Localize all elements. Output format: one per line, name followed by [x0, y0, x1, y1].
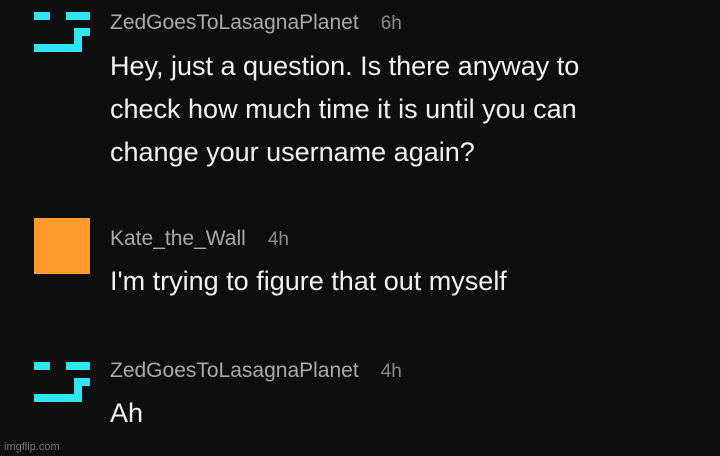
- comment-text: I'm trying to figure that out myself: [110, 260, 507, 303]
- comment: ZedGoesToLasagnaPlanet 6h Hey, just a que…: [0, 0, 720, 200]
- pixel-face-icon: [34, 12, 90, 52]
- username[interactable]: ZedGoesToLasagnaPlanet: [110, 11, 359, 34]
- avatar[interactable]: [34, 218, 90, 274]
- watermark: imgflip.com: [4, 441, 60, 453]
- comment-text: Ah: [110, 392, 143, 435]
- comment: ZedGoesToLasagnaPlanet 4h Ah: [0, 340, 720, 456]
- comment-line: check how much time it is until you can: [110, 94, 577, 124]
- orange-square-avatar: [34, 218, 90, 274]
- comment-meta: Kate_the_Wall 4h: [110, 226, 289, 253]
- timestamp: 4h: [267, 229, 289, 250]
- comment-meta: ZedGoesToLasagnaPlanet 6h: [110, 10, 402, 37]
- username[interactable]: ZedGoesToLasagnaPlanet: [110, 359, 359, 382]
- comment-text: Hey, just a question. Is there anyway to…: [110, 45, 579, 174]
- comment-line: Hey, just a question. Is there anyway to: [110, 51, 580, 81]
- avatar[interactable]: [34, 362, 90, 418]
- comment: Kate_the_Wall 4h I'm trying to figure tha…: [0, 200, 720, 340]
- comment-line: change your username again?: [110, 137, 475, 167]
- timestamp: 6h: [380, 13, 402, 34]
- comment-meta: ZedGoesToLasagnaPlanet 4h: [110, 358, 402, 385]
- avatar[interactable]: [34, 12, 90, 68]
- timestamp: 4h: [380, 361, 402, 382]
- username[interactable]: Kate_the_Wall: [110, 227, 246, 250]
- comment-line: Ah: [110, 398, 144, 428]
- pixel-face-icon: [34, 362, 90, 402]
- comment-line: I'm trying to figure that out myself: [110, 266, 507, 296]
